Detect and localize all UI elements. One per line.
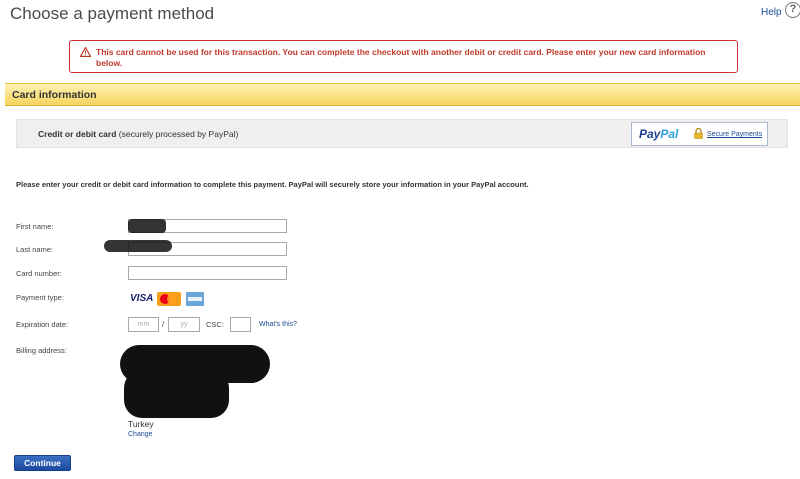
secure-payments-link[interactable]: Secure Payments	[707, 131, 762, 138]
expiration-month-input[interactable]: mm	[128, 317, 159, 332]
last-name-label: Last name:	[16, 245, 54, 254]
warning-triangle-icon	[80, 47, 91, 57]
mastercard-logo	[157, 292, 181, 306]
help-link[interactable]: Help	[761, 7, 782, 18]
billing-address-label: Billing address:	[16, 346, 67, 355]
question-circle-icon[interactable]: ?	[785, 2, 800, 18]
error-text: This card cannot be used for this transa…	[96, 47, 706, 68]
expiration-year-input[interactable]: yy	[168, 317, 200, 332]
payment-method-bold: Credit or debit card	[38, 129, 117, 139]
payment-method-box: Credit or debit card (securely processed…	[16, 119, 788, 148]
change-address-link[interactable]: Change	[128, 431, 153, 438]
error-message-box: This card cannot be used for this transa…	[69, 40, 738, 73]
date-separator: /	[162, 320, 165, 329]
paypal-secure-badge: PayPal Secure Payments	[631, 122, 768, 146]
paypal-logo: PayPal	[639, 127, 678, 141]
payment-method-note: (securely processed by PayPal)	[118, 129, 239, 139]
card-number-label: Card number:	[16, 269, 62, 278]
visa-logo: VISA	[130, 293, 154, 304]
lock-icon	[694, 128, 703, 139]
redacted-last-name	[104, 240, 172, 252]
payment-type-label: Payment type:	[16, 293, 64, 302]
payment-method-label: Credit or debit card (securely processed…	[38, 129, 238, 139]
expiration-date-label: Expiration date:	[16, 320, 69, 329]
card-information-header: Card information	[5, 83, 800, 106]
continue-button[interactable]: Continue	[14, 455, 71, 471]
paypal-logo-pal: Pal	[660, 127, 679, 141]
country-text: Turkey	[128, 419, 154, 429]
section-title: Card information	[12, 89, 97, 101]
paypal-logo-pay: Pay	[639, 127, 661, 141]
card-number-input[interactable]	[128, 266, 287, 280]
redacted-billing-address	[124, 370, 229, 418]
first-name-label: First name:	[16, 222, 54, 231]
instructions-text: Please enter your credit or debit card i…	[16, 180, 529, 189]
redacted-first-name	[128, 219, 166, 233]
csc-label: CSC:	[206, 320, 224, 329]
whats-this-link[interactable]: What's this?	[259, 321, 297, 328]
amex-logo	[186, 292, 204, 306]
page-title: Choose a payment method	[10, 4, 215, 23]
csc-input[interactable]	[230, 317, 251, 332]
